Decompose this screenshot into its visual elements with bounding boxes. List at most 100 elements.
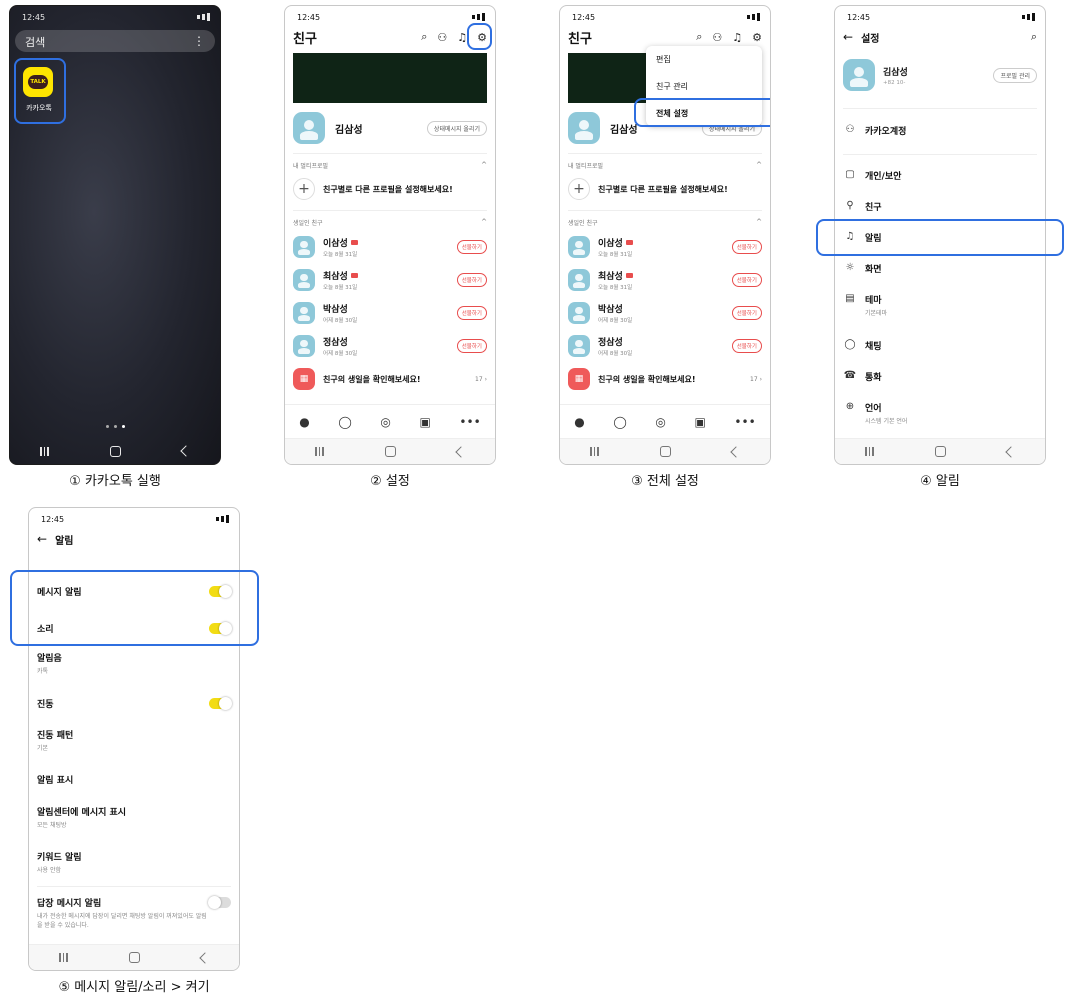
settings-profile-row[interactable]: 김삼성 +82 10- 프로필 관리 xyxy=(843,56,1037,94)
back-arrow-icon[interactable]: ← xyxy=(37,532,47,546)
search-icon[interactable]: ⌕ xyxy=(421,30,427,44)
music-icon[interactable]: ♫ xyxy=(732,31,742,44)
friends-tab-icon[interactable]: ● xyxy=(574,415,584,429)
chat-tab-icon[interactable]: ◯ xyxy=(338,415,351,429)
caption-step-5: ⑤ 메시지 알림/소리 > 켜기 xyxy=(58,980,210,995)
gift-button[interactable]: 선물하기 xyxy=(731,240,762,254)
back-button[interactable] xyxy=(454,445,467,458)
add-friend-icon[interactable]: ⚇ xyxy=(712,31,722,44)
friends-tab-icon[interactable]: ● xyxy=(299,415,309,429)
alarm-item-vibration-pattern[interactable]: 진동 패턴 기본 xyxy=(37,728,231,753)
recent-apps-button[interactable] xyxy=(590,447,599,456)
gift-button[interactable]: 선물하기 xyxy=(731,306,762,320)
ad-banner[interactable] xyxy=(293,53,487,103)
menu-item-edit[interactable]: 편집 xyxy=(646,46,762,73)
birthday-label: 생일인 친구 xyxy=(568,218,762,227)
settings-item-friends[interactable]: ⚲ 친구 xyxy=(843,200,1037,213)
search-icon[interactable]: ⌕ xyxy=(696,30,702,44)
openchat-tab-icon[interactable]: ◎ xyxy=(655,415,665,429)
birthday-check-row[interactable]: ▦ 친구의 생일을 확인해보세요! 17 › xyxy=(293,367,487,391)
alarm-item-vibration[interactable]: 진동 xyxy=(37,697,232,710)
status-bar: 12:45 xyxy=(22,11,210,23)
settings-item-chat[interactable]: ◯ 채팅 xyxy=(843,339,1037,352)
multi-profile-prompt: 친구별로 다른 프로필을 설정해보세요! xyxy=(323,184,453,194)
back-arrow-icon[interactable]: ← xyxy=(843,30,853,44)
avatar xyxy=(293,302,315,324)
home-button[interactable] xyxy=(934,446,946,457)
gift-button[interactable]: 선물하기 xyxy=(731,273,762,287)
birthday-friend-row[interactable]: 정삼성 어제 8월 30일 선물하기 xyxy=(293,333,487,359)
home-button[interactable] xyxy=(128,952,140,963)
home-button[interactable] xyxy=(659,446,671,457)
alarm-header: ← 알림 xyxy=(37,528,231,550)
highlight-all-settings xyxy=(634,98,770,127)
status-time: 12:45 xyxy=(41,514,65,524)
music-icon[interactable]: ♫ xyxy=(457,31,467,44)
vibration-toggle[interactable] xyxy=(209,697,232,710)
profile-manage-button[interactable]: 프로필 관리 xyxy=(993,67,1037,83)
birthday-check-row[interactable]: ▦ 친구의 생일을 확인해보세요! 17 › xyxy=(568,367,762,391)
signal-icon xyxy=(747,13,760,21)
more-tab-icon[interactable]: ••• xyxy=(459,415,480,429)
recent-apps-button[interactable] xyxy=(40,446,49,456)
my-profile-row[interactable]: 김삼성 상태메시지 올리기 xyxy=(293,110,487,146)
reply-alarm-toggle[interactable] xyxy=(208,896,231,909)
status-message-button[interactable]: 상태메시지 올리기 xyxy=(426,120,487,136)
settings-item-display[interactable]: ☼ 화면 xyxy=(843,262,1037,275)
birthday-label: 생일인 친구 xyxy=(293,218,487,227)
alarm-item-keyword[interactable]: 키워드 알림 사용 안함 xyxy=(37,850,231,875)
birthday-friend-row[interactable]: 이삼성 오늘 8월 31일 선물하기 xyxy=(293,234,487,260)
home-search-bar[interactable]: 검색 ⋮ xyxy=(15,30,215,52)
shopping-tab-icon[interactable]: ▣ xyxy=(419,415,430,429)
home-button[interactable] xyxy=(384,446,396,457)
settings-item-call[interactable]: ☎ 통화 xyxy=(843,370,1037,383)
gift-button[interactable]: 선물하기 xyxy=(456,240,487,254)
birthday-friend-row[interactable]: 정삼성 어제 8월 30일 선물하기 xyxy=(568,333,762,359)
status-bar: 12:45 xyxy=(41,513,229,525)
friends-header: 친구 ⌕ ⚇ ♫ ⚙ xyxy=(568,26,762,48)
recent-apps-button[interactable] xyxy=(315,447,324,456)
gift-button[interactable]: 선물하기 xyxy=(456,339,487,353)
gift-button[interactable]: 선물하기 xyxy=(456,306,487,320)
gift-button[interactable]: 선물하기 xyxy=(731,339,762,353)
settings-item-privacy[interactable]: ▢ 개인/보안 xyxy=(843,169,1037,182)
search-icon[interactable]: ⌕ xyxy=(1031,30,1037,44)
status-time: 12:45 xyxy=(847,12,871,22)
recent-apps-button[interactable] xyxy=(865,447,874,456)
settings-item-language[interactable]: ⊕ 언어 시스템 기본 언어 xyxy=(843,401,1037,425)
add-friend-icon[interactable]: ⚇ xyxy=(437,31,447,44)
multi-profile-row[interactable]: + 친구별로 다른 프로필을 설정해보세요! xyxy=(568,178,762,200)
avatar xyxy=(568,236,590,258)
chat-tab-icon[interactable]: ◯ xyxy=(613,415,626,429)
back-button[interactable] xyxy=(179,445,192,457)
home-button[interactable] xyxy=(109,445,121,457)
shopping-tab-icon[interactable]: ▣ xyxy=(694,415,705,429)
gear-icon[interactable]: ⚙ xyxy=(752,31,762,44)
more-tab-icon[interactable]: ••• xyxy=(734,415,755,429)
birthday-friend-row[interactable]: 최삼성 오늘 8월 31일 선물하기 xyxy=(568,267,762,293)
more-options-icon[interactable]: ⋮ xyxy=(193,34,205,48)
alarm-item-ringtone[interactable]: 알림음 카톡 xyxy=(37,651,231,676)
birthday-friend-row[interactable]: 박삼성 어제 8월 30일 선물하기 xyxy=(568,300,762,326)
alarm-item-display[interactable]: 알림 표시 xyxy=(37,773,231,786)
alarm-item-notification-center[interactable]: 알림센터에 메시지 표시 모든 채팅방 xyxy=(37,805,231,830)
settings-item-theme[interactable]: ▤ 테마 기본테마 xyxy=(843,293,1037,317)
gift-button[interactable]: 선물하기 xyxy=(456,273,487,287)
settings-item-account[interactable]: ⚇ 카카오계정 xyxy=(843,124,1037,137)
phone-icon: ☎ xyxy=(843,370,857,381)
birthday-friend-row[interactable]: 이삼성 오늘 8월 31일 선물하기 xyxy=(568,234,762,260)
openchat-tab-icon[interactable]: ◎ xyxy=(380,415,390,429)
menu-item-friend-manage[interactable]: 친구 관리 xyxy=(646,73,762,100)
profile-phone: +82 10- xyxy=(883,79,906,86)
alarm-item-reply[interactable]: 답장 메시지 알림 내가 전송한 메시지에 답장이 달리면 채팅방 알림이 꺼져있… xyxy=(37,896,231,930)
globe-icon: ⊕ xyxy=(845,401,855,412)
back-button[interactable] xyxy=(729,445,742,458)
back-button[interactable] xyxy=(198,951,211,964)
birthday-friend-row[interactable]: 박삼성 어제 8월 30일 선물하기 xyxy=(293,300,487,326)
multi-profile-row[interactable]: + 친구별로 다른 프로필을 설정해보세요! xyxy=(293,178,487,200)
birthday-friend-row[interactable]: 최삼성 오늘 8월 31일 선물하기 xyxy=(293,267,487,293)
back-button[interactable] xyxy=(1004,445,1017,458)
highlight-alarm-item xyxy=(816,219,1064,256)
recent-apps-button[interactable] xyxy=(59,953,68,962)
status-bar: 12:45 xyxy=(297,11,485,23)
